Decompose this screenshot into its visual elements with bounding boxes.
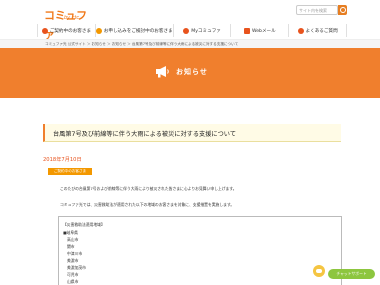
- page-banner: お知らせ: [0, 48, 380, 98]
- city-item: 高山市: [67, 237, 79, 242]
- site-header: コミュファ by ctc サイト内を検索 ご契約中のお客さま お申し込みをご検討…: [0, 0, 380, 41]
- nav-label: よくあるご質問: [305, 28, 338, 34]
- affected-area-box: 【災害救助法適用地域】 ■岐阜県 高山市 関市 中津川市 美濃市 美濃加茂市 可…: [58, 216, 342, 285]
- prefecture-label: ■岐阜県: [63, 230, 78, 235]
- global-nav: ご契約中のお客さま お申し込みをご検討中のお客さま Myコミュファ Webメール…: [37, 24, 347, 37]
- breadcrumb-bar: コミュファ光 公式サイト ＞ お知らせ ＞ お知らせ ＞ 台風第7号及び前線等に…: [0, 39, 380, 48]
- article-title-box: 台風第7号及び前線等に伴う大雨による被災に対する支援について: [43, 124, 341, 142]
- megaphone-icon: [156, 66, 169, 78]
- city-item: 美濃加茂市: [67, 265, 86, 270]
- chat-icon[interactable]: [313, 265, 325, 277]
- city-item: 中津川市: [67, 251, 83, 256]
- city-item: 関市: [67, 244, 75, 249]
- city-item: 可児市: [67, 272, 79, 277]
- search-icon[interactable]: [338, 5, 347, 15]
- breadcrumb[interactable]: コミュファ光 公式サイト ＞ お知らせ ＞ お知らせ ＞ 台風第7号及び前線等に…: [45, 42, 238, 47]
- nav-webmail[interactable]: Webメール: [231, 24, 290, 37]
- nav-faq[interactable]: よくあるご質問: [289, 24, 347, 37]
- nav-label: Myコミュファ: [191, 28, 221, 34]
- question-icon: [297, 27, 304, 34]
- nav-label: Webメール: [251, 28, 276, 34]
- logo-sub: by ctc: [64, 15, 80, 21]
- user-icon: [41, 27, 48, 34]
- chat-support-button[interactable]: チャットサポート: [328, 269, 375, 279]
- article-date: 2018年7月10日: [43, 157, 82, 163]
- document-icon: [95, 27, 102, 34]
- nav-label: お申し込みをご検討中のお客さま: [103, 28, 173, 34]
- nav-prospective-customers[interactable]: お申し込みをご検討中のお客さま: [95, 24, 174, 37]
- paragraph: コミュファ光では、災害救助法が適用された以下の地域のお客さまを対象に、支援措置を…: [60, 202, 235, 207]
- nav-my-commufa[interactable]: Myコミュファ: [174, 24, 232, 37]
- my-icon: [183, 27, 190, 34]
- page-title: お知らせ: [176, 68, 208, 76]
- nav-contracted-customers[interactable]: ご契約中のお客さま: [37, 24, 96, 37]
- mail-icon: [243, 27, 250, 34]
- category-badge: ご契約中のお客さま: [48, 168, 92, 175]
- commufa-logo[interactable]: コミュファ by ctc: [44, 4, 90, 41]
- article-title: 台風第7号及び前線等に伴う大雨による被災に対する支援について: [53, 131, 237, 138]
- search-input[interactable]: サイト内を検索: [296, 5, 338, 15]
- area-heading: 【災害救助法適用地域】: [63, 222, 105, 227]
- city-item: 山県市: [67, 279, 79, 284]
- paragraph: このたびの台風第7号および前線等に伴う大雨により被災された皆さまに心よりお見舞い…: [60, 186, 237, 191]
- city-item: 美濃市: [67, 258, 79, 263]
- nav-label: ご契約中のお客さま: [49, 28, 92, 34]
